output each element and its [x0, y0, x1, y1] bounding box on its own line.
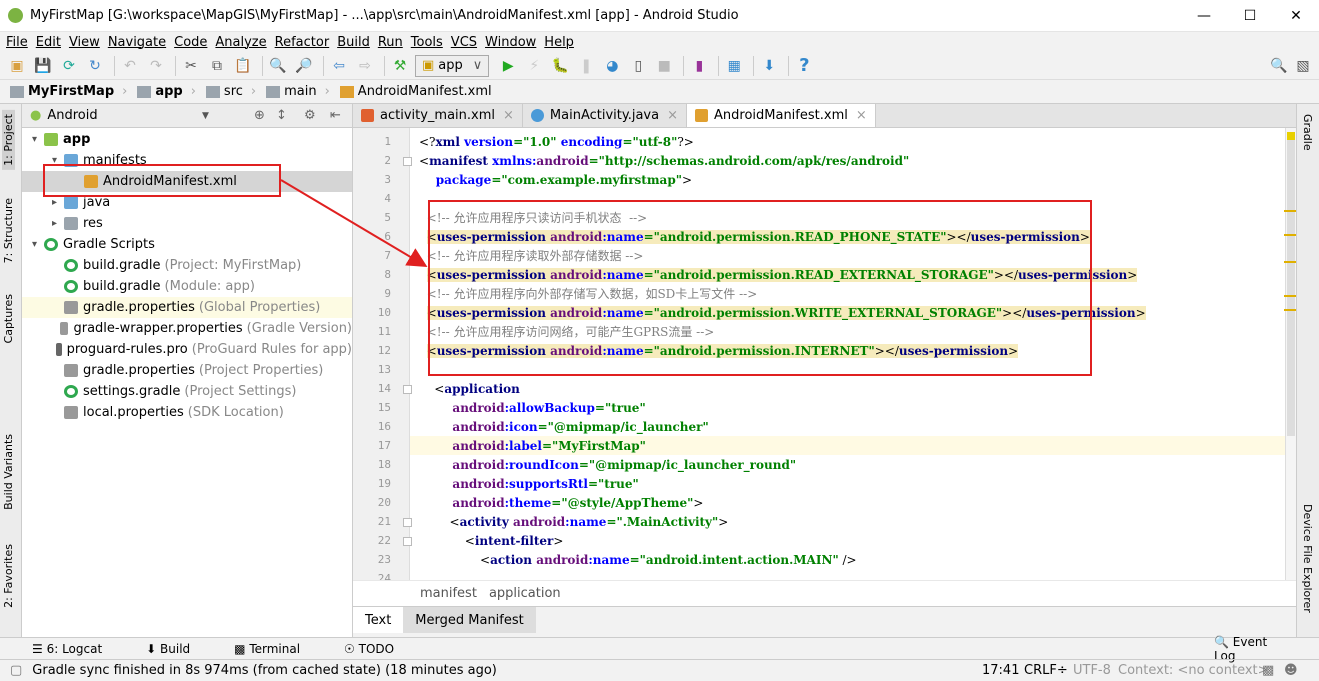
annotation-arrow	[280, 179, 428, 268]
